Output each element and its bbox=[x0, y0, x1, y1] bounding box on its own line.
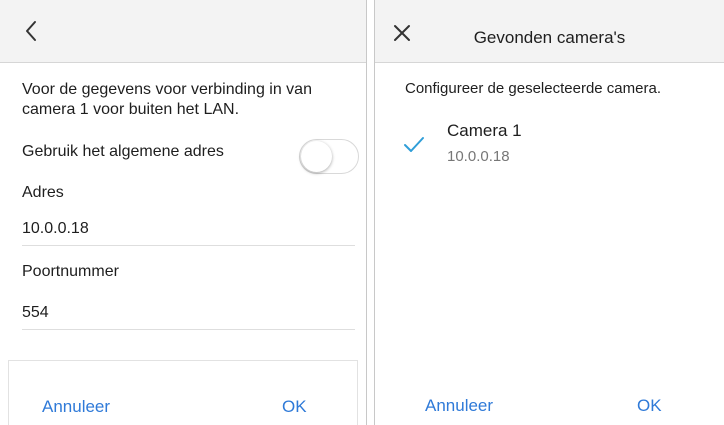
top-bar: Gevonden camera's bbox=[375, 0, 724, 63]
top-bar bbox=[0, 0, 366, 63]
cancel-button[interactable]: Annuleer bbox=[425, 396, 493, 416]
camera-ip: 10.0.0.18 bbox=[447, 148, 510, 165]
connection-settings-panel: Voor de gegevens voor verbinding in van … bbox=[0, 0, 367, 425]
found-cameras-panel: Gevonden camera's Configureer de geselec… bbox=[374, 0, 724, 425]
instruction-text: Configureer de geselecteerde camera. bbox=[405, 80, 661, 97]
ok-button[interactable]: OK bbox=[637, 396, 662, 416]
cancel-button[interactable]: Annuleer bbox=[42, 397, 110, 417]
connection-description: Voor de gegevens voor verbinding in van … bbox=[22, 81, 312, 118]
use-general-address-toggle[interactable] bbox=[299, 139, 359, 174]
toggle-knob bbox=[301, 141, 332, 172]
checkmark-icon bbox=[402, 134, 426, 154]
camera-list-item[interactable]: Camera 1 10.0.0.18 bbox=[375, 112, 724, 172]
port-input[interactable] bbox=[22, 296, 355, 330]
back-chevron-icon[interactable] bbox=[18, 17, 46, 45]
dialog-footer: Annuleer OK bbox=[8, 360, 358, 425]
camera-name: Camera 1 bbox=[447, 121, 522, 140]
port-label: Poortnummer bbox=[22, 263, 119, 280]
page-title: Gevonden camera's bbox=[473, 28, 626, 47]
address-label: Adres bbox=[22, 184, 64, 201]
dialog-footer: Annuleer OK bbox=[375, 360, 724, 425]
ok-button[interactable]: OK bbox=[282, 397, 307, 417]
use-general-address-label: Gebruik het algemene adres bbox=[22, 143, 224, 160]
address-input[interactable] bbox=[22, 212, 355, 246]
